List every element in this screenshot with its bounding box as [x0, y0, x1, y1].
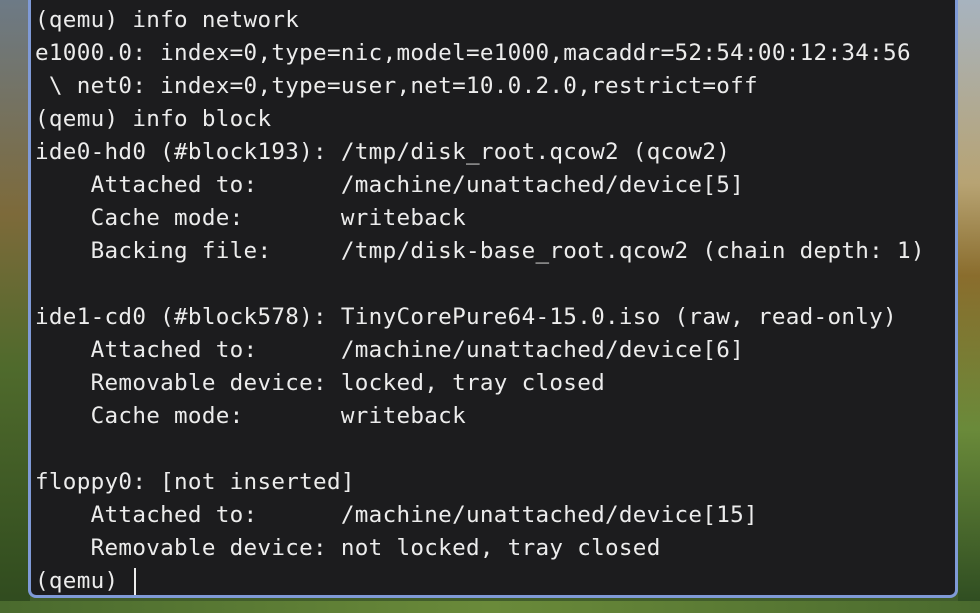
desktop-background-right	[958, 0, 980, 613]
terminal-input-line[interactable]: (qemu)	[35, 565, 925, 595]
terminal-line: Backing file: /tmp/disk-base_root.qcow2 …	[35, 238, 925, 264]
desktop-background-bottom	[0, 601, 980, 613]
terminal-line: (qemu) info block	[35, 106, 272, 132]
terminal-line: ide0-hd0 (#block193): /tmp/disk_root.qco…	[35, 139, 731, 165]
text-cursor	[134, 567, 137, 595]
terminal-line: Removable device: not locked, tray close…	[35, 535, 661, 561]
terminal-line: Removable device: locked, tray closed	[35, 370, 606, 396]
terminal-line: Attached to: /machine/unattached/device[…	[35, 337, 745, 363]
terminal-line: \ net0: index=0,type=user,net=10.0.2.0,r…	[35, 73, 758, 99]
terminal-line: (qemu) info network	[35, 7, 300, 33]
terminal-output: (qemu) info network e1000.0: index=0,typ…	[35, 4, 925, 595]
terminal-line: Cache mode: writeback	[35, 403, 466, 429]
terminal-line: Attached to: /machine/unattached/device[…	[35, 502, 758, 528]
terminal-line: Attached to: /machine/unattached/device[…	[35, 172, 745, 198]
terminal-window[interactable]: (qemu) info network e1000.0: index=0,typ…	[28, 0, 958, 598]
terminal-line: ide1-cd0 (#block578): TinyCorePure64-15.…	[35, 304, 897, 330]
terminal-prompt: (qemu)	[35, 568, 133, 594]
terminal-line: floppy0: [not inserted]	[35, 469, 355, 495]
terminal-line: Cache mode: writeback	[35, 205, 466, 231]
desktop-background-left	[0, 0, 30, 613]
terminal-line: e1000.0: index=0,type=nic,model=e1000,ma…	[35, 40, 911, 66]
